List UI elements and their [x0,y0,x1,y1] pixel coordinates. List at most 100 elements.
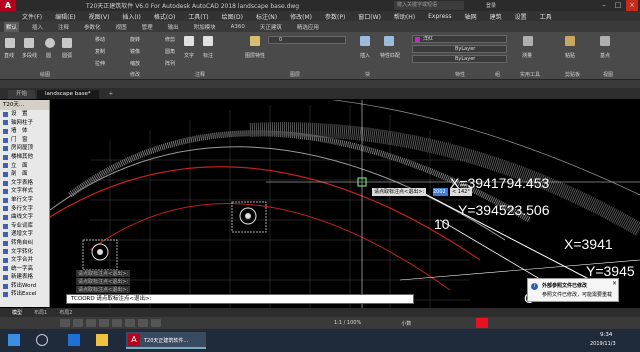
linetype-dropdown[interactable]: ByLayer [412,45,507,53]
menu-parametric[interactable]: 参数(P) [325,12,345,21]
menu-draw[interactable]: 绘图(D) [222,12,243,21]
menu-edit[interactable]: 编辑(E) [55,12,75,21]
tab-manage[interactable]: 管理 [140,22,155,32]
measure-icon[interactable] [523,36,533,46]
group-properties-label[interactable]: 特性 [455,72,465,79]
units-display[interactable]: 小数 [401,320,411,327]
insert-block-icon[interactable] [360,36,370,46]
autocad-logo-icon[interactable]: A [0,0,16,11]
tab-parametric[interactable]: 参数化 [82,22,103,32]
t20-item-elevation[interactable]: 立 面 [0,162,49,171]
clock-date[interactable]: 2019/11/3 [590,341,616,347]
maximize-icon[interactable]: □ [612,0,624,11]
layer-properties-icon[interactable] [250,36,260,46]
text-icon[interactable] [184,36,194,46]
group-modify-label[interactable]: 修改 [130,72,140,79]
tab-landscape-base[interactable]: landscape base* [37,90,99,99]
lineweight-toggle-icon[interactable] [138,319,148,327]
group-layers-label[interactable]: 图层 [290,72,300,79]
rotate-button[interactable]: 旋转 [130,36,140,43]
t20-item-text-tables[interactable]: 文字表格 [0,179,49,188]
clock-time[interactable]: 9:34 [600,332,612,338]
menu-file[interactable]: 文件(F) [22,12,42,21]
layer-dropdown[interactable]: 0 [268,36,346,44]
ortho-toggle-icon[interactable] [86,319,96,327]
signin-link[interactable]: 登录 [486,2,496,9]
transparency-toggle-icon[interactable] [151,319,161,327]
text-button[interactable]: 文字 [184,52,194,59]
menu-settings[interactable]: 设置 [515,12,527,21]
tab-tangent[interactable]: 天正建筑 [258,22,284,32]
t20-item-text-convert[interactable]: 文字转化 [0,248,49,257]
t20-item-multi-text[interactable]: 多行文字 [0,205,49,214]
tab-view[interactable]: 视图 [114,22,129,32]
command-line-input[interactable]: TCOORD 请点取标注点<退出>: [66,294,414,304]
group-block-label[interactable]: 块 [365,72,370,79]
paste-icon[interactable] [565,36,575,46]
menu-t20-tools[interactable]: 工具 [540,12,552,21]
folder-icon[interactable] [96,334,108,346]
t20-item-export-excel[interactable]: 转出Excel [0,290,49,299]
t20-item-walls[interactable]: 墙 体 [0,127,49,136]
tab-a360[interactable]: A360 [229,23,247,31]
group-groups-label[interactable]: 组 [495,72,500,79]
lineweight-dropdown[interactable]: ByLayer [412,55,507,63]
group-clipboard-label[interactable]: 剪贴板 [565,72,580,79]
circle-icon[interactable] [45,38,55,48]
scale-button[interactable]: 缩放 [130,60,140,67]
menu-dimension[interactable]: 标注(N) [256,12,277,21]
task-view-icon[interactable] [36,334,48,346]
grid-toggle-icon[interactable] [60,319,70,327]
array-button[interactable]: 阵列 [165,60,175,67]
start-icon[interactable] [8,334,20,346]
polyline-button[interactable]: 多段线 [22,52,37,59]
t20-item-stairs[interactable]: 楼梯其他 [0,153,49,162]
t20-item-new-table[interactable]: 新建表格 [0,273,49,282]
match-properties-icon[interactable] [384,36,394,46]
t20-item-angle-fix[interactable]: 转角自纠 [0,239,49,248]
group-draw-label[interactable]: 绘图 [40,72,50,79]
t20-item-increment-text[interactable]: 递增文字 [0,230,49,239]
menu-insert[interactable]: 插入(I) [122,12,140,21]
menu-format[interactable]: 格式(O) [154,12,175,21]
notification-balloon[interactable]: i 外部参照文件已修改 参照文件已修改，可能需要重载 × [527,278,619,302]
t20-item-glossary[interactable]: 专业词库 [0,222,49,231]
t20-item-doors-windows[interactable]: 门 窗 [0,136,49,145]
polar-toggle-icon[interactable] [99,319,109,327]
t20-item-room-roof[interactable]: 房间屋顶 [0,144,49,153]
t20-item-export-word[interactable]: 转出Word [0,282,49,291]
t20-item-settings[interactable]: 设 置 [0,110,49,119]
arc-button[interactable]: 圆弧 [62,52,72,59]
record-icon[interactable] [476,318,488,328]
copy-button[interactable]: 复制 [95,48,105,55]
stretch-button[interactable]: 拉伸 [95,60,105,67]
browser-icon[interactable] [68,334,80,346]
arc-icon[interactable] [62,38,72,48]
tab-layout1[interactable]: 布局1 [34,309,47,316]
menu-window[interactable]: 窗口(W) [358,12,381,21]
dimension-button[interactable]: 标注 [203,52,213,59]
base-point-icon[interactable] [600,36,610,46]
layer-properties-button[interactable]: 图层特性 [245,52,265,59]
tab-addins[interactable]: 附加模块 [192,22,218,32]
color-dropdown[interactable]: 洋红 [412,35,507,43]
tab-annotate[interactable]: 注释 [56,22,71,32]
dynamic-angle-field[interactable]: < 142° [450,188,472,196]
close-icon[interactable]: × [626,0,638,11]
otrack-toggle-icon[interactable] [125,319,135,327]
dimension-icon[interactable] [203,36,213,46]
tab-start[interactable]: 开始 [8,90,36,99]
t20-item-single-text[interactable]: 单行文字 [0,196,49,205]
menu-tools[interactable]: 工具(T) [188,12,208,21]
t20-item-text-merge[interactable]: 文字合并 [0,256,49,265]
base-point-button[interactable]: 基点 [600,52,610,59]
menu-building[interactable]: 建筑 [490,12,502,21]
dynamic-input-field[interactable]: 2002 [433,188,448,196]
polyline-icon[interactable] [24,38,34,48]
group-view-label[interactable]: 视图 [603,72,613,79]
t20-item-section[interactable]: 剖 面 [0,170,49,179]
menu-modify[interactable]: 修改(M) [290,12,312,21]
osnap-toggle-icon[interactable] [112,319,122,327]
t20-item-curve-text[interactable]: 曲线文字 [0,213,49,222]
tab-featured-apps[interactable]: 精选应用 [295,22,321,32]
